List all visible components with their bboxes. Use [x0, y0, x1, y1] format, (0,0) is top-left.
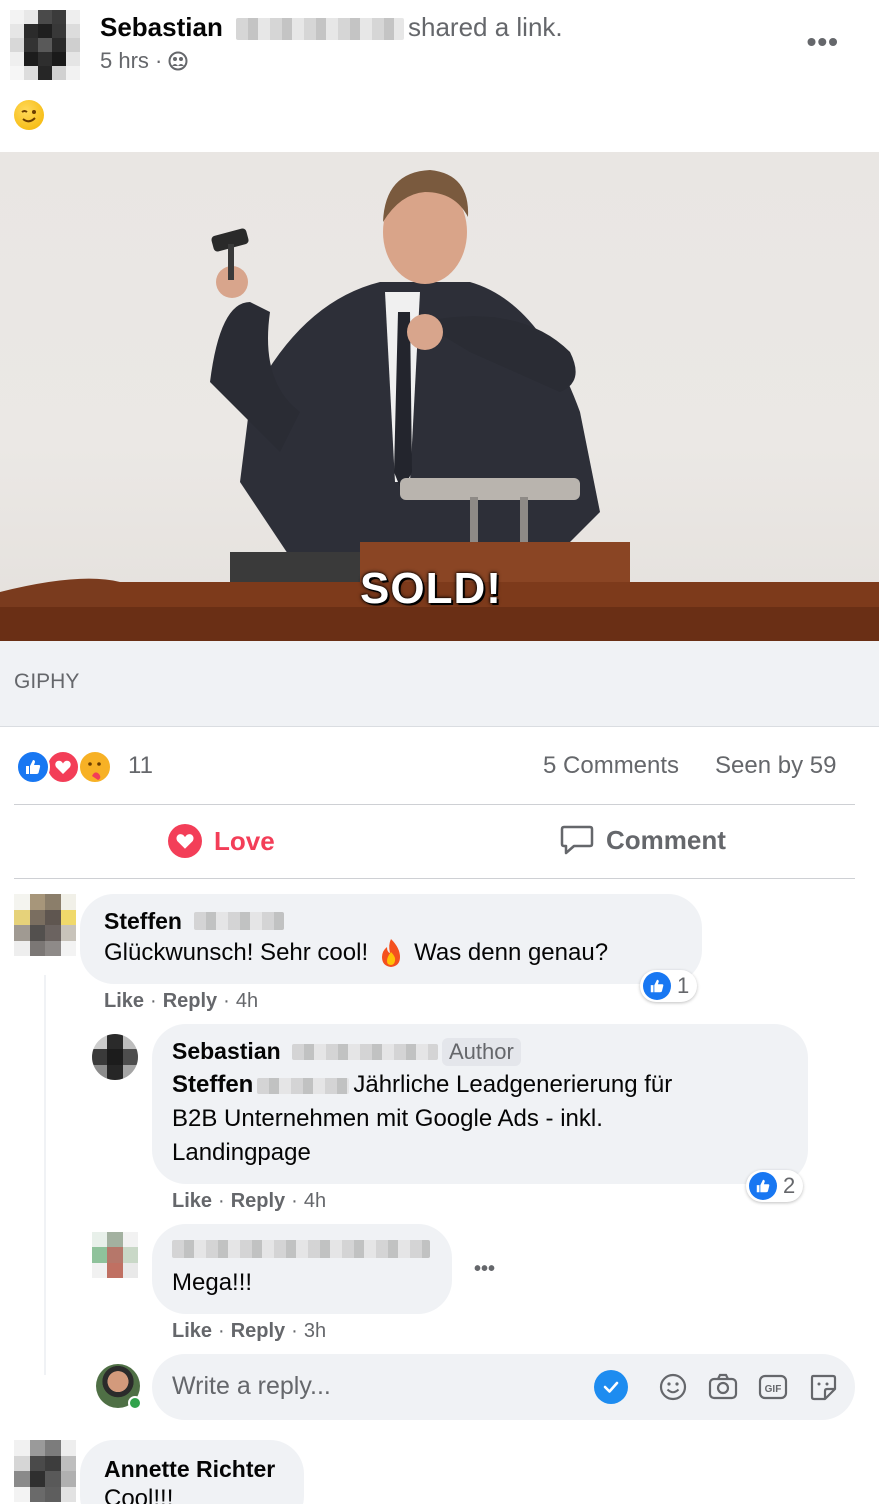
comment-meta: Like · Reply · 4h: [104, 990, 259, 1013]
like-count-value: 2: [783, 1173, 796, 1198]
link-source-label: GIPHY: [14, 670, 80, 693]
like-reaction-icon: [16, 750, 50, 784]
redacted-surname: [236, 18, 404, 40]
online-status-dot: [128, 1396, 142, 1410]
post-author-avatar[interactable]: [10, 10, 80, 80]
comment-reply-link[interactable]: Reply: [231, 1190, 285, 1213]
grammar-check-icon[interactable]: [594, 1370, 628, 1404]
sticker-icon[interactable]: [808, 1372, 838, 1402]
post-meta: 5 hrs ·: [100, 48, 188, 74]
redacted-surname: [257, 1077, 350, 1094]
comment-text: Glückwunsch! Sehr cool! Was denn genau?: [104, 936, 608, 970]
comment-reply-link[interactable]: Reply: [231, 1320, 285, 1343]
post-author-name[interactable]: Sebastian: [100, 12, 223, 43]
comment-button-label: Comment: [606, 824, 726, 855]
comment-like-link[interactable]: Like: [172, 1190, 212, 1213]
post-timestamp[interactable]: 5 hrs ·: [100, 48, 162, 74]
comment-reply-link[interactable]: Reply: [163, 990, 217, 1013]
comment-text-line: B2B Unternehmen mit Google Ads - inkl.: [172, 1105, 603, 1132]
comments-count-link[interactable]: 5 Comments: [543, 752, 679, 780]
fire-emoji-icon: [382, 939, 401, 967]
love-button-label: Love: [214, 825, 275, 856]
comment-button[interactable]: Comment: [560, 824, 726, 856]
comment-text-line: Landingpage: [172, 1139, 311, 1166]
reply-input-placeholder: Write a reply...: [172, 1372, 331, 1400]
comment-meta: Like · Reply · 4h: [172, 1190, 327, 1213]
current-user-avatar[interactable]: [96, 1364, 142, 1410]
comment-like-count[interactable]: 1: [640, 970, 698, 1002]
comment-text-part: Was denn genau?: [414, 939, 609, 966]
comment-text: Cool!!!: [104, 1485, 174, 1504]
redacted-surname: [292, 1044, 438, 1060]
commenter-avatar[interactable]: [14, 894, 76, 956]
love-reaction-icon: [46, 750, 80, 784]
link-preview-footer[interactable]: [0, 641, 879, 727]
comment-author-name[interactable]: Sebastian: [172, 1038, 281, 1065]
care-reaction-icon: [78, 750, 112, 784]
friends-audience-icon[interactable]: [168, 51, 188, 71]
comment-text: Steffen Jährliche Leadgenerierung für B2B…: [172, 1068, 792, 1170]
comment-text: Mega!!!: [172, 1269, 253, 1296]
seen-by-count[interactable]: Seen by 59: [715, 752, 836, 780]
commenter-avatar[interactable]: [92, 1034, 138, 1080]
comment-like-link[interactable]: Like: [172, 1320, 212, 1343]
post-action-text: shared a link.: [408, 12, 563, 42]
comment-time[interactable]: 4h: [236, 990, 258, 1013]
shared-gif-image[interactable]: SOLD!: [0, 152, 879, 641]
comment-time[interactable]: 4h: [304, 1190, 326, 1213]
redacted-author-name: [172, 1240, 430, 1258]
love-button[interactable]: Love: [168, 824, 275, 858]
comment-like-count[interactable]: 2: [746, 1170, 804, 1202]
thread-line: [44, 975, 46, 1375]
redacted-surname: [194, 912, 284, 930]
love-icon: [168, 824, 202, 858]
comment-author-name[interactable]: Steffen: [104, 908, 182, 935]
gif-icon[interactable]: GIF: [758, 1372, 788, 1402]
comment-time[interactable]: 3h: [304, 1320, 326, 1343]
like-badge-icon: [749, 1172, 777, 1200]
reaction-count[interactable]: 11: [128, 752, 153, 780]
emoji-icon[interactable]: [658, 1372, 688, 1402]
post-options-button[interactable]: •••: [807, 26, 839, 58]
svg-text:GIF: GIF: [765, 1384, 782, 1395]
comment-options-button[interactable]: •••: [474, 1258, 495, 1281]
comment-text-line: Jährliche Leadgenerierung für: [353, 1071, 673, 1098]
stats-divider: [14, 804, 855, 805]
gif-caption-sold: SOLD!: [360, 564, 502, 613]
comment-mention[interactable]: Steffen: [172, 1071, 253, 1098]
like-badge-icon: [643, 972, 671, 1000]
author-badge: Author: [442, 1038, 521, 1066]
comment-text-part: Glückwunsch! Sehr cool!: [104, 939, 369, 966]
camera-icon[interactable]: [708, 1372, 738, 1402]
commenter-avatar[interactable]: [92, 1232, 138, 1278]
like-count-value: 1: [677, 973, 690, 998]
commenter-avatar[interactable]: [14, 1440, 76, 1502]
comment-like-link[interactable]: Like: [104, 990, 144, 1013]
comment-author-name[interactable]: Annette Richter: [104, 1456, 275, 1483]
actions-divider: [14, 878, 855, 879]
winking-face-emoji-icon: [14, 100, 44, 130]
comment-icon: [560, 825, 594, 855]
reaction-icons[interactable]: [16, 748, 118, 784]
comment-meta: Like · Reply · 3h: [172, 1320, 327, 1343]
